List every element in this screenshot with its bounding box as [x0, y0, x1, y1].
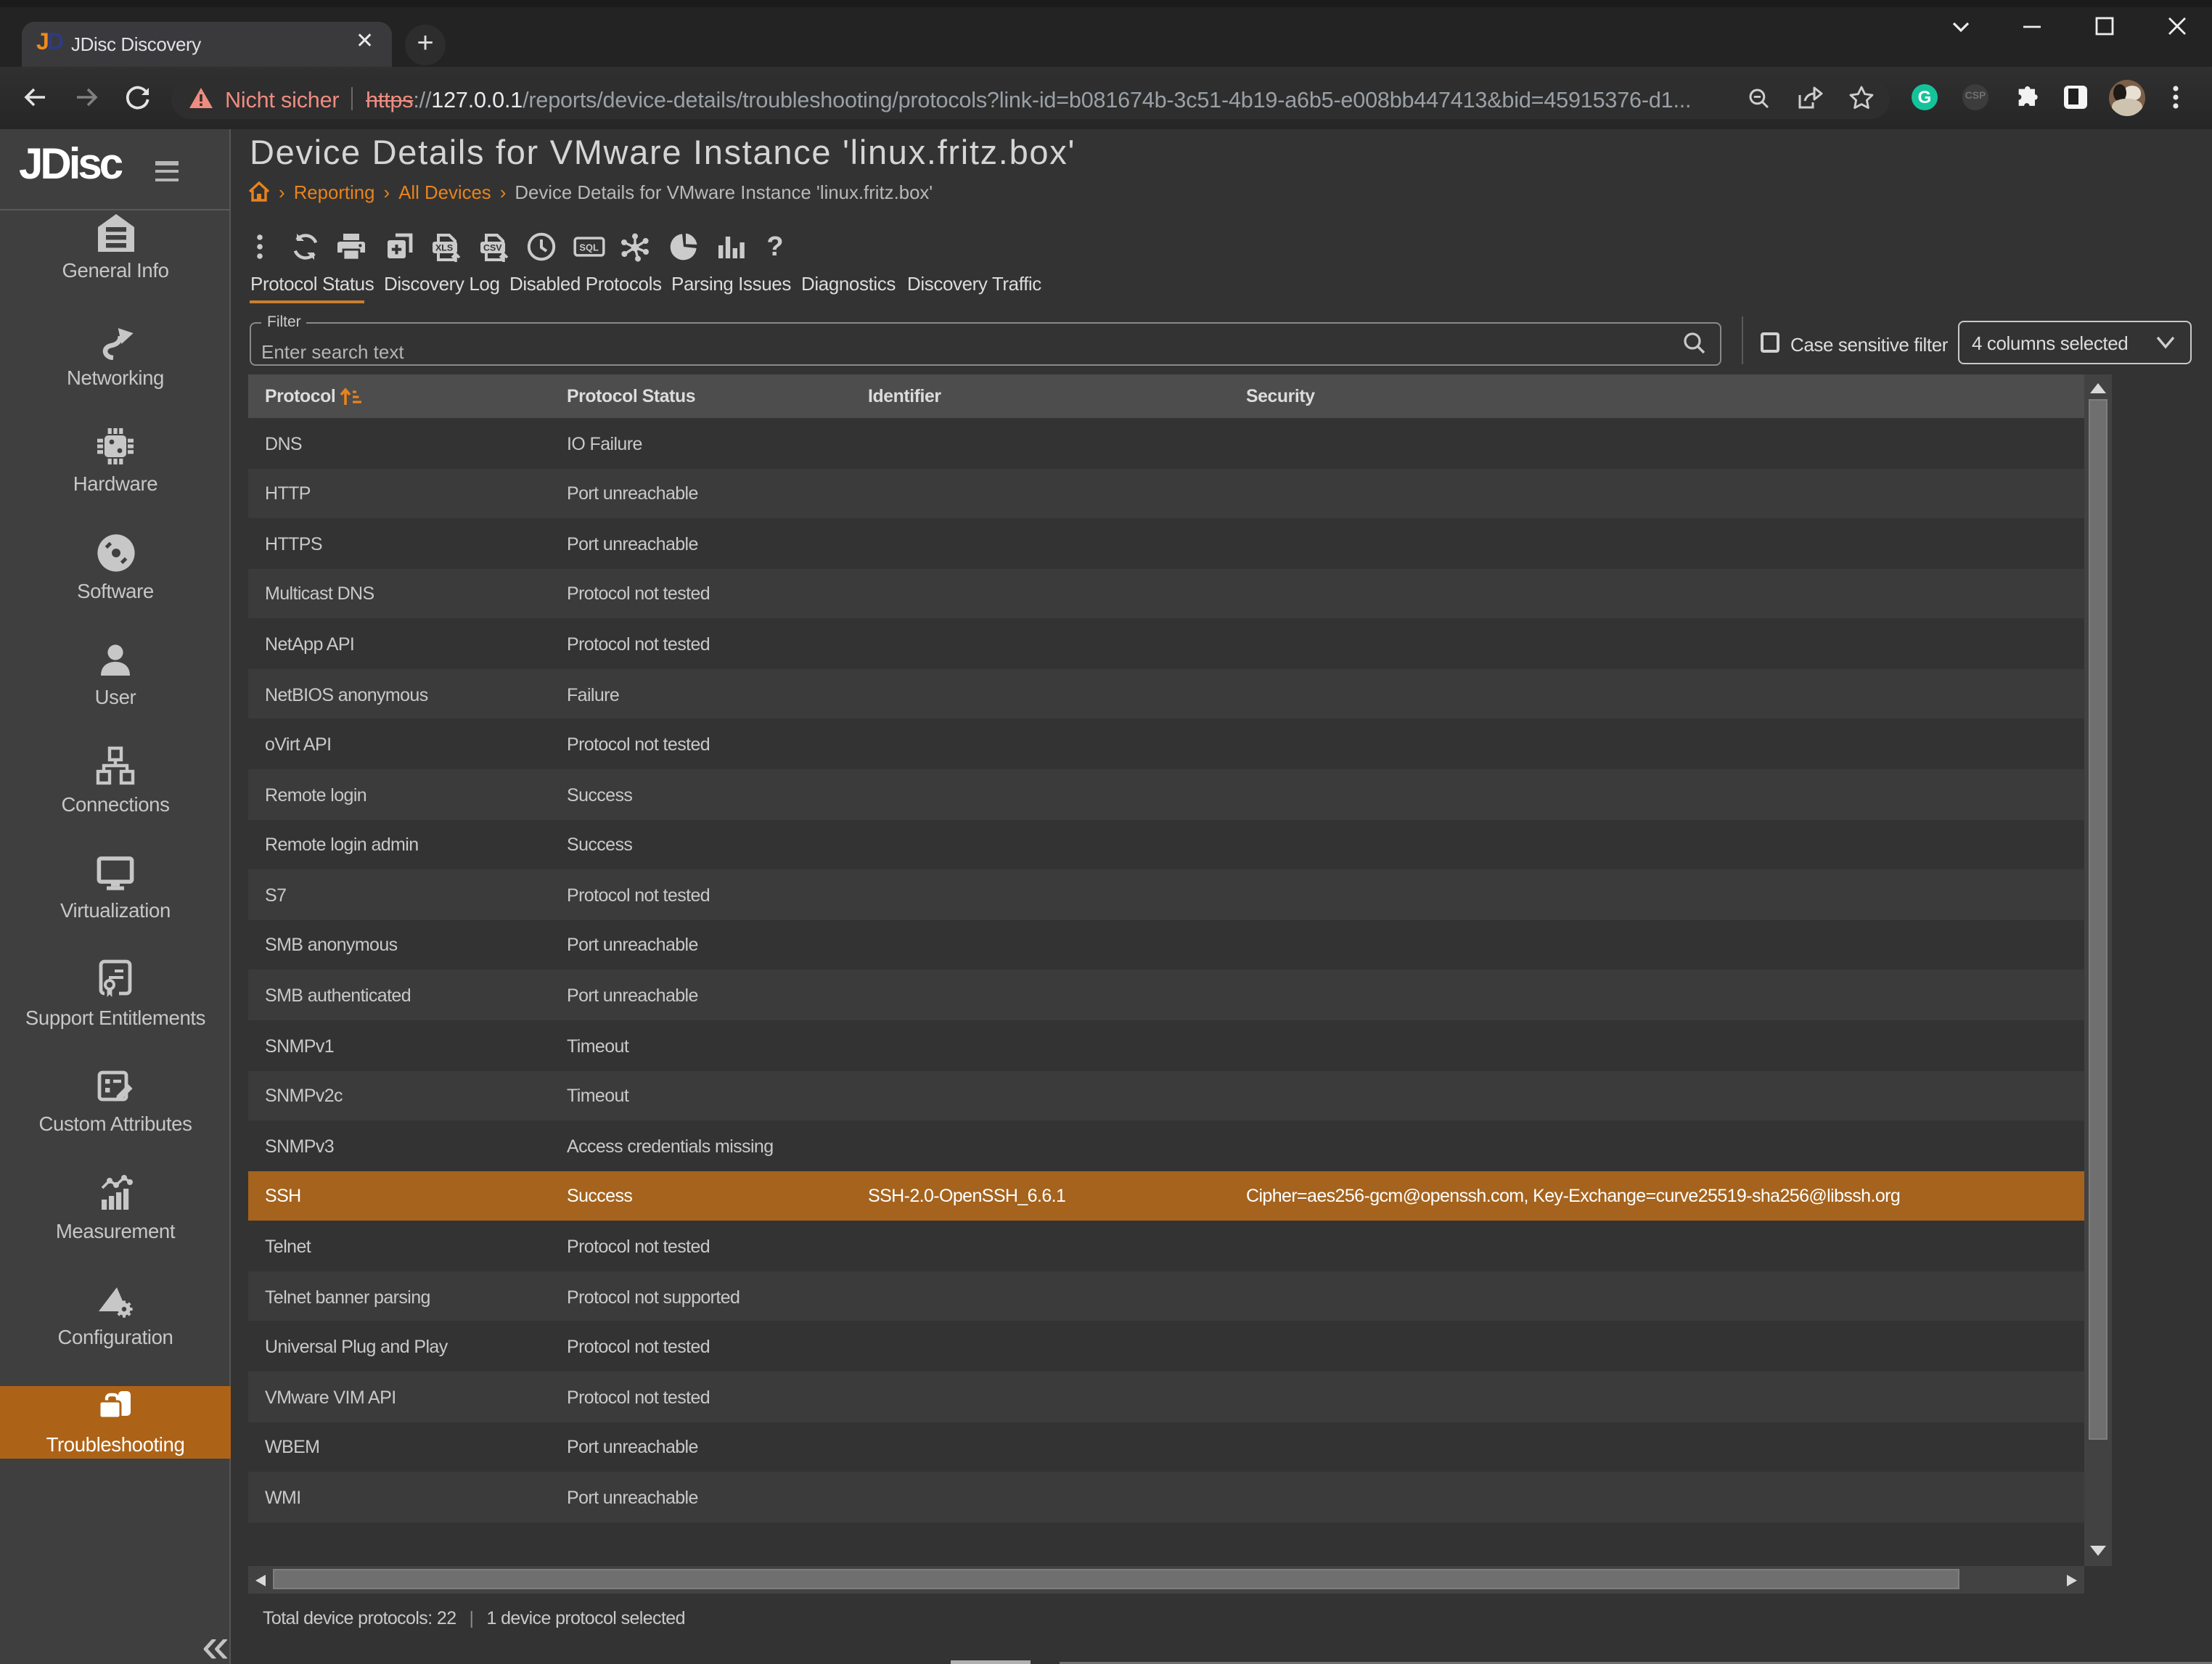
- svg-text:CSV: CSV: [483, 242, 502, 253]
- svg-text:XLS: XLS: [435, 242, 453, 253]
- svg-text:SQL: SQL: [579, 242, 599, 253]
